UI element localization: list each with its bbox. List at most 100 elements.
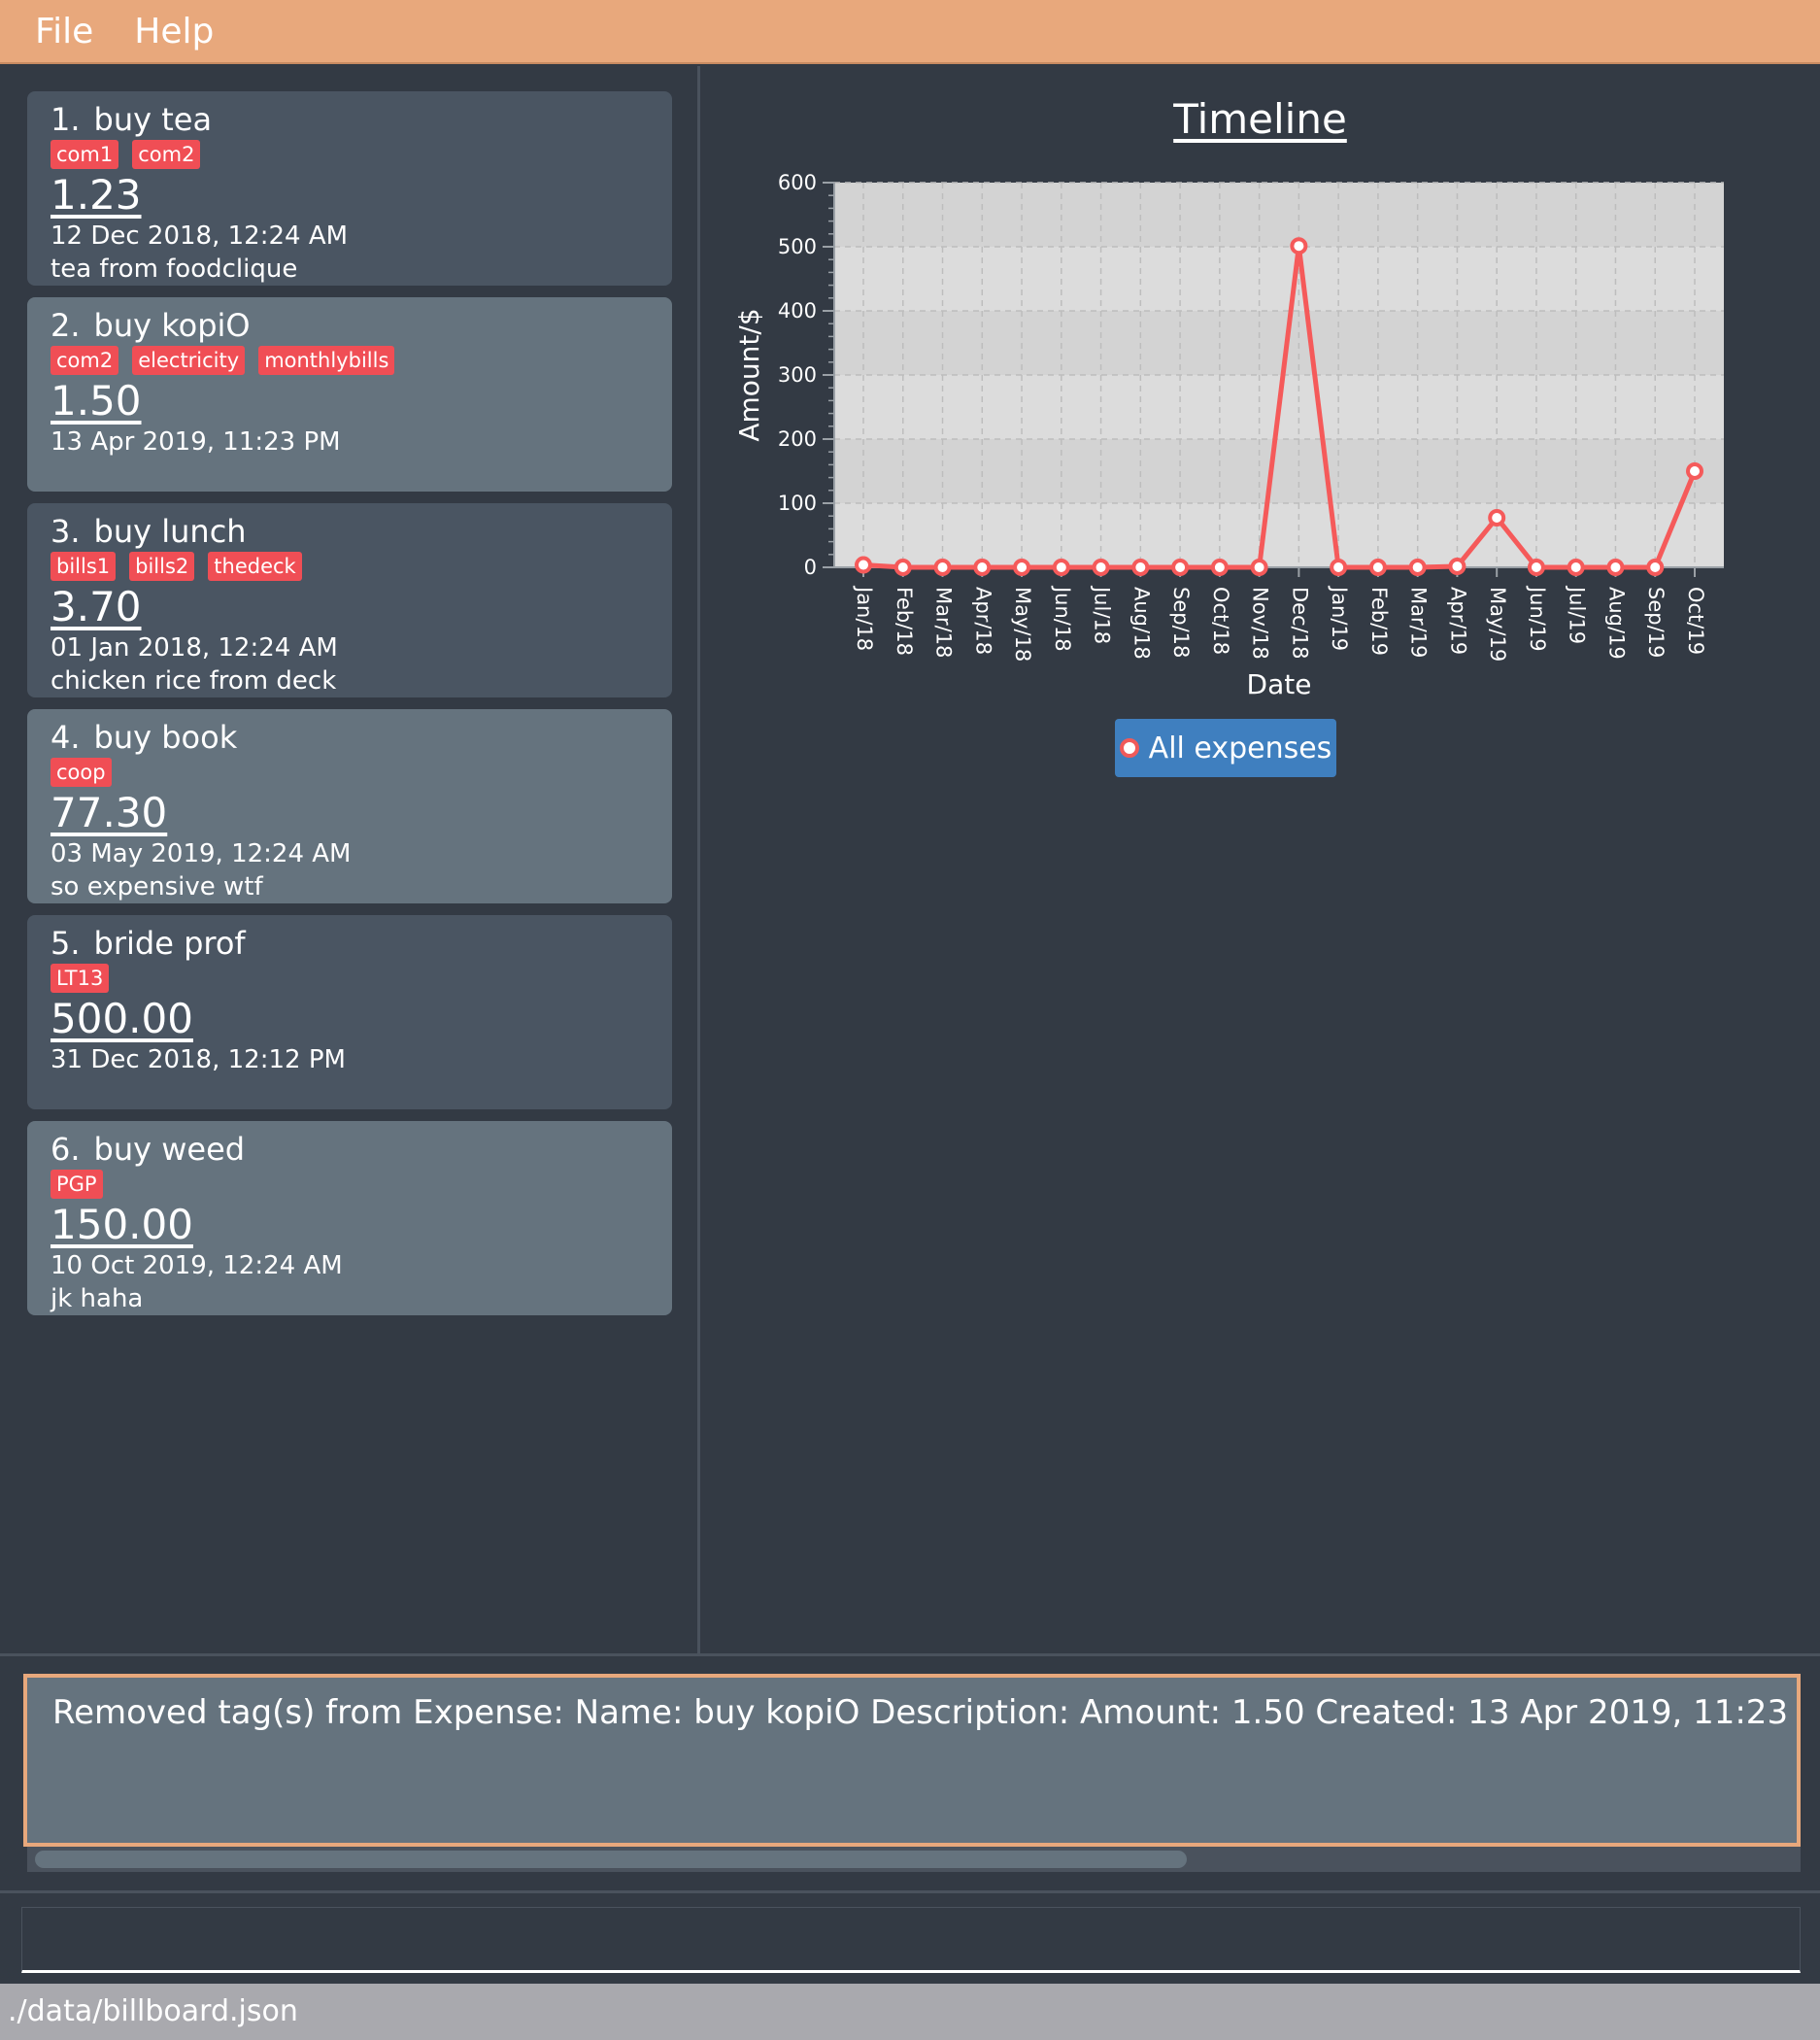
data-point — [1013, 559, 1031, 576]
data-point — [855, 556, 872, 574]
expense-description: so expensive wtf — [51, 872, 263, 901]
expense-index: 2. — [51, 307, 81, 344]
expense-date: 13 Apr 2019, 11:23 PM — [51, 427, 341, 457]
scrollbar-thumb[interactable] — [35, 1851, 1187, 1868]
x-tick-label: Feb/18 — [893, 587, 916, 656]
y-tick-label: 100 — [778, 492, 817, 515]
expense-name: bride prof — [93, 925, 246, 962]
timeline-chart: 0 100 200 300 400 500 600 Jan/18 Feb/18 Mar/18 Apr… — [733, 171, 1724, 700]
expense-title: 3. buy lunch — [51, 511, 649, 552]
menu-help[interactable]: Help — [134, 12, 214, 51]
expense-date: 31 Dec 2018, 12:12 PM — [51, 1045, 346, 1074]
expense-title: 4. buy book — [51, 717, 649, 758]
expense-card[interactable]: 4. buy book coop 77.30 03 May 2019, 12:24 AM… — [27, 709, 672, 903]
command-input[interactable] — [21, 1907, 1801, 1973]
expense-amount: 77.30 — [51, 789, 168, 836]
expense-date: 01 Jan 2018, 12:24 AM — [51, 633, 338, 663]
data-point — [1686, 462, 1703, 480]
y-axis-label: Amount/$ — [733, 308, 765, 441]
x-tick-label: Apr/18 — [971, 587, 994, 655]
x-tick-label: Feb/19 — [1367, 587, 1391, 656]
data-point — [933, 559, 952, 576]
expense-description: chicken rice from deck — [51, 666, 337, 696]
menu-file[interactable]: File — [35, 12, 93, 51]
command-panel — [0, 1890, 1820, 1987]
data-point — [1171, 559, 1190, 576]
tag-label: thedeck — [208, 552, 302, 581]
x-tick-label: Jul/19 — [1566, 585, 1589, 644]
expense-description: jk haha — [51, 1284, 144, 1313]
tag-label: electricity — [132, 346, 246, 375]
tag-label: com2 — [132, 140, 201, 169]
plot-band — [834, 439, 1724, 503]
x-tick-label: Aug/18 — [1129, 587, 1153, 660]
tag-label: bills1 — [51, 552, 117, 581]
expense-card[interactable]: 3. buy lunch bills1 bills2 thedeck 3.70 01 Jan… — [27, 503, 672, 697]
expense-list-panel[interactable]: 1. buy tea com1 com2 1.23 12 Dec 2018, 12:24 … — [0, 66, 700, 1653]
result-display[interactable]: Removed tag(s) from Expense: Name: buy k… — [23, 1674, 1801, 1847]
expense-title: 5. bride prof — [51, 923, 649, 964]
x-tick-label: Oct/19 — [1684, 587, 1707, 655]
expense-index: 5. — [51, 925, 81, 962]
data-point — [1210, 559, 1229, 576]
data-point — [1368, 559, 1387, 576]
tag-list: com1 com2 — [51, 140, 649, 169]
legend-all-expenses[interactable]: All expenses — [1115, 719, 1336, 777]
expense-name: buy tea — [93, 101, 213, 138]
expense-name: buy lunch — [93, 513, 247, 550]
expense-index: 3. — [51, 513, 81, 550]
data-point — [973, 559, 992, 576]
tag-label: PGP — [51, 1170, 103, 1199]
menu-bar: File Help — [0, 0, 1820, 64]
x-tick-label: Mar/18 — [932, 587, 956, 658]
data-point — [1488, 508, 1506, 527]
tag-list: coop — [51, 758, 649, 787]
x-tick-label: Mar/19 — [1407, 587, 1431, 658]
x-tick-label: Jan/19 — [1328, 585, 1351, 651]
expense-name: buy kopiO — [93, 307, 251, 344]
expense-card[interactable]: 5. bride prof LT13 500.00 31 Dec 2018, 12:12… — [27, 915, 672, 1109]
plot-band — [834, 311, 1724, 375]
tag-label: bills2 — [129, 552, 195, 581]
x-tick-label: Sep/18 — [1169, 587, 1193, 658]
expense-index: 1. — [51, 101, 81, 138]
data-point — [1646, 559, 1665, 576]
expense-amount: 3.70 — [51, 583, 142, 630]
tag-list: com2 electricity monthlybills — [51, 346, 649, 375]
save-location: ./data/billboard.json — [8, 1994, 298, 2028]
x-tick-label: Dec/18 — [1288, 587, 1311, 659]
plot-band — [834, 503, 1724, 567]
x-tick-label: Apr/19 — [1446, 587, 1469, 655]
result-horizontal-scrollbar[interactable] — [27, 1847, 1801, 1872]
statistics-panel: Timeline 0 100 200 300 400 500 600 Jan/18 Feb/18… — [700, 66, 1820, 1653]
x-axis-label: Date — [1247, 668, 1312, 700]
x-tick-label: Jun/19 — [1526, 585, 1549, 652]
y-tick-label: 0 — [804, 556, 817, 579]
expense-index: 6. — [51, 1131, 81, 1168]
y-tick-label: 300 — [778, 363, 817, 387]
expense-amount: 1.23 — [51, 171, 142, 219]
plot-band — [834, 247, 1724, 311]
x-tick-label: Aug/19 — [1604, 587, 1628, 660]
data-point — [1527, 559, 1545, 576]
expense-index: 4. — [51, 719, 81, 756]
expense-name: buy weed — [93, 1131, 246, 1168]
expense-date: 10 Oct 2019, 12:24 AM — [51, 1251, 343, 1280]
data-point — [1250, 559, 1268, 576]
data-point — [1606, 559, 1625, 576]
status-bar: ./data/billboard.json — [0, 1984, 1820, 2040]
expense-date: 12 Dec 2018, 12:24 AM — [51, 221, 349, 251]
tag-label: monthlybills — [258, 346, 395, 375]
tag-label: coop — [51, 758, 112, 787]
expense-card[interactable]: 2. buy kopiO com2 electricity monthlybills 1.… — [27, 297, 672, 492]
plot-band — [834, 183, 1724, 247]
expense-card[interactable]: 6. buy weed PGP 150.00 10 Oct 2019, 12:24 AM… — [27, 1121, 672, 1315]
x-tick-label: Nov/18 — [1249, 587, 1272, 660]
result-text: Removed tag(s) from Expense: Name: buy k… — [52, 1693, 1801, 1732]
legend-marker-icon — [1119, 738, 1139, 758]
result-display-panel: Removed tag(s) from Expense: Name: buy k… — [0, 1653, 1820, 1893]
expense-card[interactable]: 1. buy tea com1 com2 1.23 12 Dec 2018, 12:24 … — [27, 91, 672, 286]
y-tick-label: 200 — [778, 427, 817, 451]
tag-list: bills1 bills2 thedeck — [51, 552, 649, 581]
expense-date: 03 May 2019, 12:24 AM — [51, 839, 352, 868]
